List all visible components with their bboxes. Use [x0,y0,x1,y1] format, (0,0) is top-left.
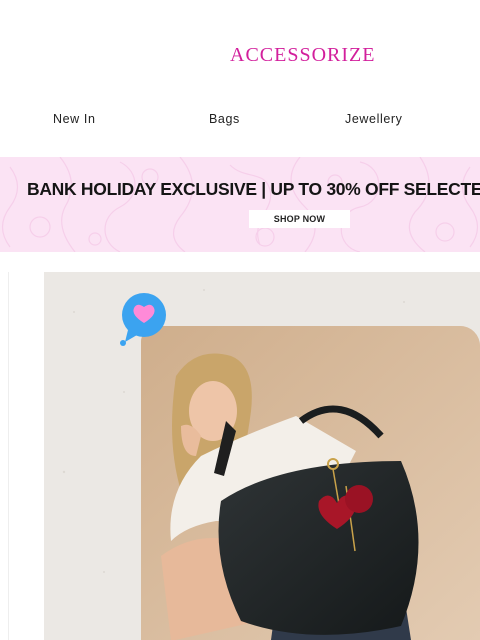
carousel-edge [0,272,9,640]
promo-banner[interactable]: BANK HOLIDAY EXCLUSIVE | UP TO 30% OFF S… [0,157,480,252]
nav-item-new-in[interactable]: New In [53,112,96,126]
hero-photo [141,326,480,640]
shop-now-button[interactable]: SHOP NOW [249,210,350,228]
main-nav: New In Bags Jewellery [0,100,480,140]
woman-with-handbag-photo [141,326,480,640]
heart-chat-icon [120,293,166,346]
hero-banner[interactable] [44,272,480,640]
nav-item-jewellery[interactable]: Jewellery [345,112,403,126]
brand-logo[interactable]: ACCESSORIZE [230,44,375,67]
floral-pattern [1,157,479,252]
nav-item-bags[interactable]: Bags [209,112,240,126]
site-header: ACCESSORIZE [0,0,480,100]
chat-widget[interactable] [118,290,170,348]
promo-headline: BANK HOLIDAY EXCLUSIVE | UP TO 30% OFF S… [27,179,480,199]
